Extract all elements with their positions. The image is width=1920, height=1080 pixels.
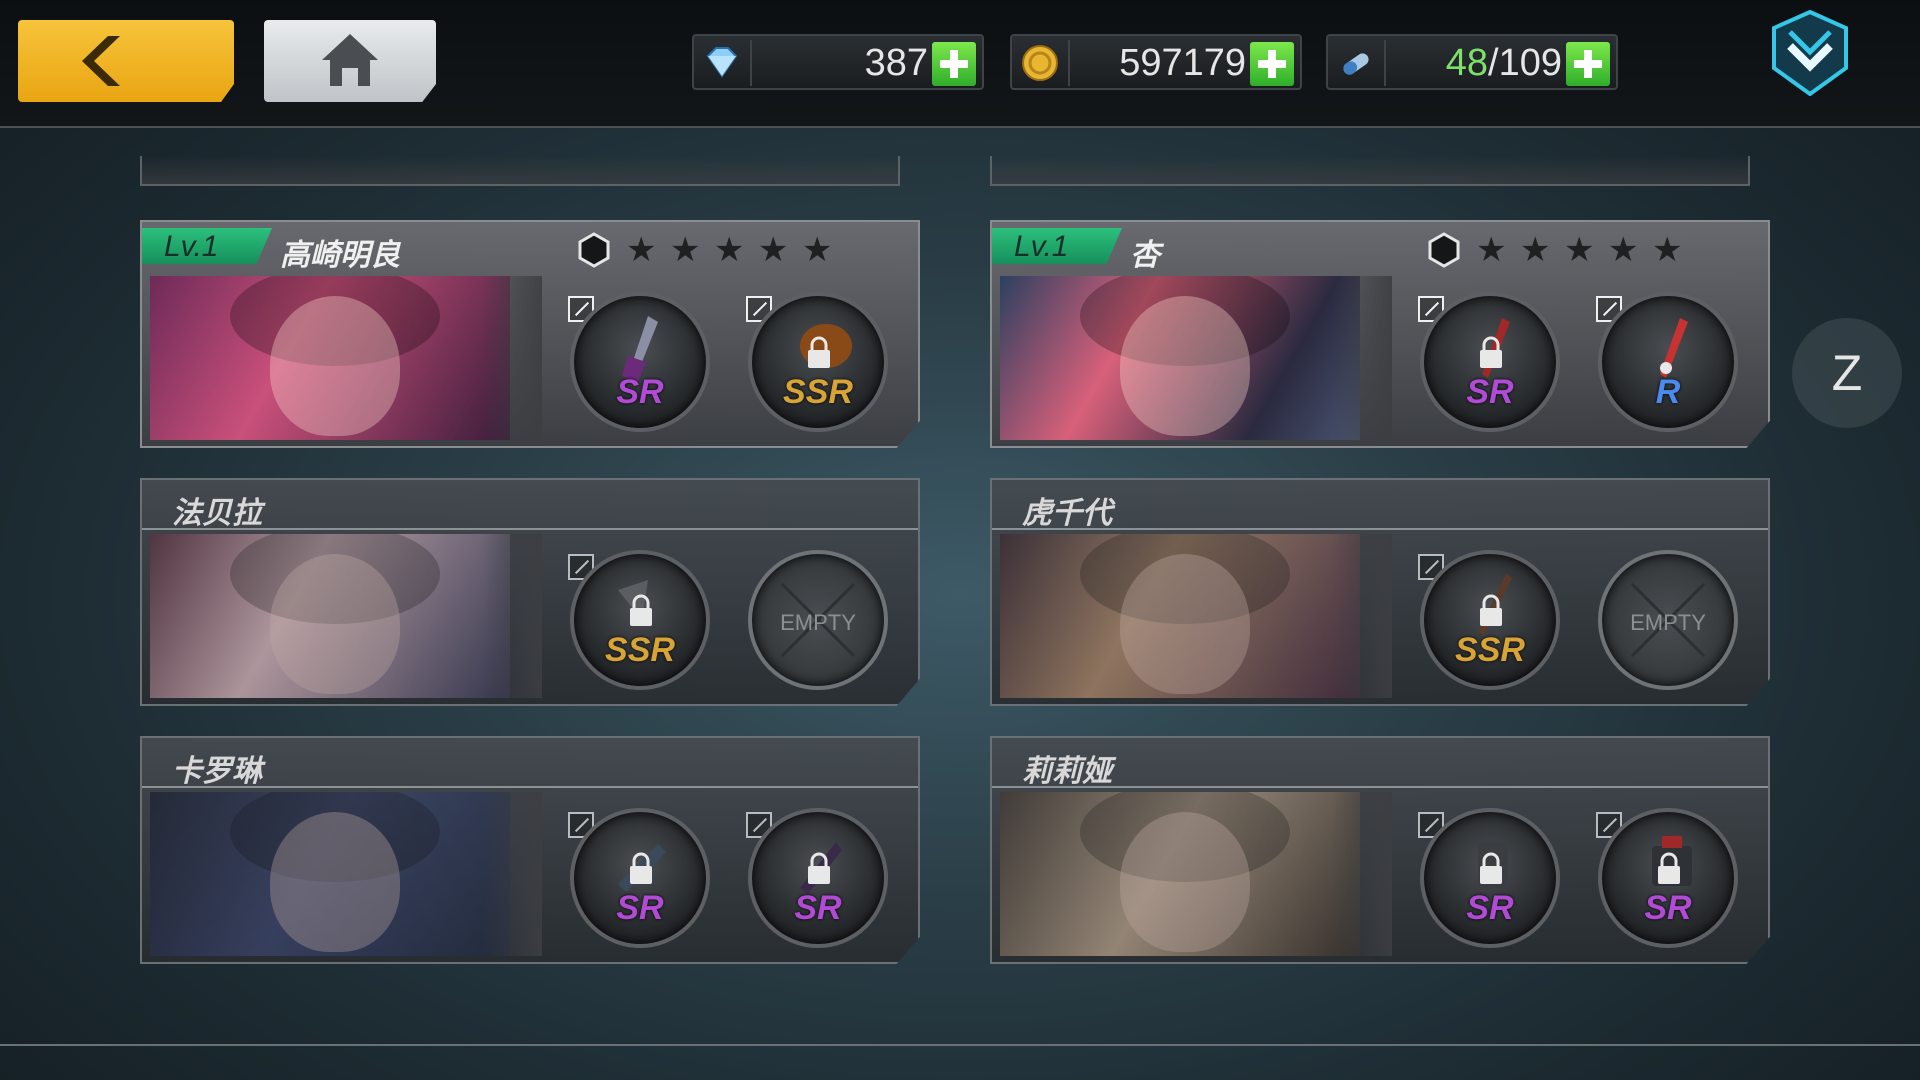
divider: [992, 528, 1768, 530]
star-icon: ★: [1652, 231, 1683, 269]
lock-icon: [808, 336, 830, 368]
stamina-current: 48: [1445, 42, 1489, 84]
rarity-label: SR: [1466, 889, 1514, 927]
character-name: 卡罗琳: [172, 755, 262, 788]
empty-label: EMPTY: [780, 610, 856, 635]
stamina-count: 48/109: [1446, 42, 1562, 85]
level-text: Lv.1: [164, 230, 219, 263]
star-icon: ★: [670, 231, 701, 269]
add-gold-button[interactable]: [1250, 42, 1294, 86]
lock-icon: [1480, 594, 1502, 626]
empty-slot[interactable]: EMPTY: [1598, 550, 1738, 690]
empty-slot[interactable]: EMPTY: [748, 550, 888, 690]
diamond-icon: [706, 47, 738, 78]
chevron-left-icon: [82, 36, 120, 86]
hexagon-icon: [1428, 232, 1460, 268]
rarity-label: SSR: [783, 373, 853, 411]
divider: [1384, 40, 1386, 86]
level-text: Lv.1: [1014, 230, 1069, 263]
level-badge: Lv.1: [142, 228, 272, 264]
gem-count: 387: [864, 42, 928, 84]
character-card[interactable]: 莉莉娅 SR SR: [990, 736, 1770, 964]
weapon-slot[interactable]: SR: [1420, 292, 1560, 432]
hexagon-icon: [578, 232, 610, 268]
star-icon: ★: [802, 231, 833, 269]
character-portrait: [150, 276, 510, 440]
stamina-max: /109: [1488, 42, 1562, 84]
rarity-label: SR: [794, 889, 842, 927]
rarity-label: SR: [616, 373, 664, 411]
stamina-counter: 48/109: [1326, 34, 1618, 90]
divider: [142, 786, 918, 788]
add-stamina-button[interactable]: [1566, 42, 1610, 86]
divider: [1068, 40, 1070, 86]
divider: [142, 528, 918, 530]
lock-icon: [1480, 852, 1502, 884]
top-bar: 387 597179 48/109: [0, 0, 1920, 128]
level-badge: Lv.1: [992, 228, 1122, 264]
gold-counter: 597179: [1010, 34, 1302, 90]
star-icon: ★: [1564, 231, 1595, 269]
lock-icon: [1480, 336, 1502, 368]
character-card[interactable]: Lv.1 高崎明良 ★ ★ ★ ★ ★ SR SSR: [140, 220, 920, 448]
weapon-slot[interactable]: SR: [748, 808, 888, 948]
add-gems-button[interactable]: [932, 42, 976, 86]
character-card[interactable]: 法贝拉 SSR EMPTY: [140, 478, 920, 706]
character-card[interactable]: 虎千代 SSR EMPTY: [990, 478, 1770, 706]
star-icon: ★: [626, 231, 657, 269]
weapon-slot[interactable]: SSR: [748, 292, 888, 432]
weapon-slot[interactable]: SSR: [570, 550, 710, 690]
scrolled-card-edge: [990, 156, 1750, 186]
home-button[interactable]: [264, 20, 436, 102]
star-icon: ★: [1608, 231, 1639, 269]
character-portrait: [150, 534, 510, 698]
weapon-slot[interactable]: SR: [570, 808, 710, 948]
weapon-slot[interactable]: SR: [1420, 808, 1560, 948]
character-portrait: [1000, 534, 1360, 698]
rarity-label: SSR: [1455, 631, 1525, 669]
home-icon: [322, 34, 378, 86]
star-icon: ★: [1476, 231, 1507, 269]
z-button[interactable]: Z: [1792, 318, 1902, 428]
empty-label: EMPTY: [1630, 610, 1706, 635]
lock-icon: [808, 852, 830, 884]
weapon-slot[interactable]: SR: [1598, 808, 1738, 948]
character-portrait: [150, 792, 510, 956]
divider: [0, 1044, 1920, 1046]
rarity-label: SSR: [605, 631, 675, 669]
gem-counter: 387: [692, 34, 984, 90]
lock-icon: [1658, 852, 1680, 884]
gold-count: 597179: [1119, 42, 1246, 84]
character-portrait: [1000, 276, 1360, 440]
character-card[interactable]: Lv.1 杏 ★ ★ ★ ★ ★ SR R: [990, 220, 1770, 448]
divider: [992, 786, 1768, 788]
rarity-label: SR: [1644, 889, 1692, 927]
rarity-label: SR: [616, 889, 664, 927]
lock-icon: [630, 594, 652, 626]
star-icon: ★: [714, 231, 745, 269]
star-icon: ★: [758, 231, 789, 269]
character-name: 虎千代: [1022, 497, 1112, 530]
star-icon: ★: [1520, 231, 1551, 269]
character-name: 法贝拉: [172, 497, 262, 530]
divider: [750, 40, 752, 86]
character-card[interactable]: 卡罗琳 SR SR: [140, 736, 920, 964]
rarity-label: SR: [1466, 373, 1514, 411]
weapon-slot[interactable]: SSR: [1420, 550, 1560, 690]
rarity-label: R: [1655, 373, 1681, 411]
character-name: 高崎明良: [280, 239, 400, 272]
shield-chevron-icon[interactable]: [1770, 10, 1850, 96]
potion-icon: [1343, 53, 1369, 75]
weapon-slot[interactable]: SR: [570, 292, 710, 432]
scrolled-card-edge: [140, 156, 900, 186]
lock-icon: [630, 852, 652, 884]
coin-icon: [1022, 45, 1058, 81]
character-name: 莉莉娅: [1022, 755, 1112, 788]
back-button[interactable]: [18, 20, 234, 102]
weapon-slot[interactable]: R: [1598, 292, 1738, 432]
character-name: 杏: [1130, 239, 1160, 272]
character-portrait: [1000, 792, 1360, 956]
z-label: Z: [1831, 345, 1863, 401]
